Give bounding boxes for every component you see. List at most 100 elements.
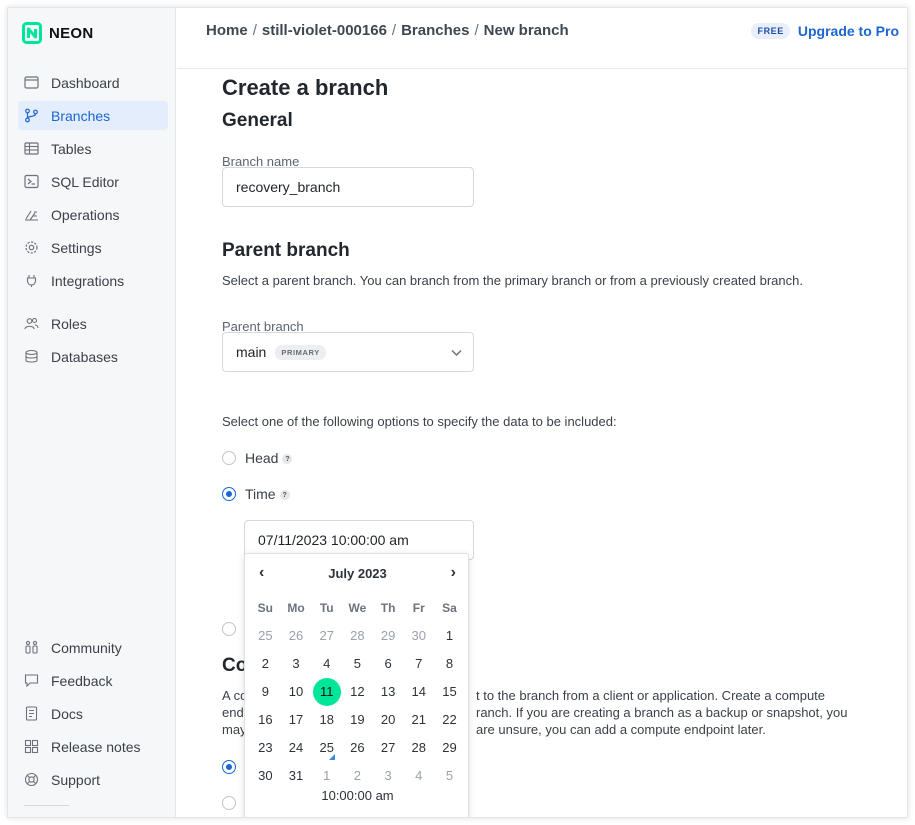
breadcrumb-branches[interactable]: Branches — [401, 22, 469, 39]
calendar-day[interactable]: 23 — [250, 734, 281, 762]
option-head[interactable]: Head ? — [222, 450, 293, 466]
calendar-day[interactable]: 21 — [403, 706, 434, 734]
time-input-value: 07/11/2023 10:00:00 am — [258, 532, 409, 548]
lsn-radio[interactable] — [222, 622, 236, 636]
sidebar-item-label: Feedback — [51, 672, 113, 689]
calendar-day[interactable]: 17 — [281, 706, 312, 734]
calendar-day[interactable]: 30 — [250, 762, 281, 790]
calendar-day-today[interactable]: 25 — [311, 734, 342, 762]
sidebar-item-label: Support — [51, 771, 101, 788]
compute-desc-line2-left: end — [222, 705, 244, 720]
sidebar-item-label: Settings — [51, 239, 102, 256]
calendar-day[interactable]: 1 — [434, 622, 465, 650]
calendar-time[interactable]: 10:00:00 am — [245, 788, 470, 803]
calendar-day[interactable]: 8 — [434, 650, 465, 678]
date-picker-popup: ‹ July 2023 › Su Mo Tu We Th Fr Sa 25 26… — [244, 553, 470, 817]
head-radio[interactable] — [222, 451, 236, 465]
weekday-label: Tu — [319, 601, 334, 615]
sidebar-item-tables[interactable]: Tables — [18, 134, 168, 163]
sidebar-item-feedback[interactable]: Feedback — [18, 666, 168, 695]
sidebar-item-label: Integrations — [51, 272, 125, 289]
brand-name: NEON — [49, 24, 94, 42]
calendar-day[interactable]: 13 — [373, 678, 404, 706]
calendar-day[interactable]: 26 — [281, 622, 312, 650]
calendar-day[interactable]: 10 — [281, 678, 312, 706]
breadcrumb-separator: / — [391, 22, 397, 39]
calendar-day[interactable]: 27 — [311, 622, 342, 650]
sidebar-item-databases[interactable]: Databases — [18, 342, 168, 371]
calendar-day[interactable]: 28 — [403, 734, 434, 762]
parent-branch-select[interactable]: main PRIMARY — [222, 332, 474, 372]
dashboard-icon — [24, 75, 39, 90]
sidebar-item-branches[interactable]: Branches — [18, 101, 168, 130]
breadcrumb-home[interactable]: Home — [206, 22, 248, 39]
table-icon — [24, 141, 39, 156]
calendar-week: 2 3 4 5 6 7 8 — [250, 650, 465, 678]
data-options-description: Select one of the following options to s… — [222, 414, 617, 429]
compute-radio-skip[interactable] — [222, 796, 236, 810]
calendar-day[interactable]: 6 — [373, 650, 404, 678]
calendar-day[interactable]: 29 — [373, 622, 404, 650]
sidebar-item-dashboard[interactable]: Dashboard — [18, 68, 168, 97]
integrations-icon — [24, 273, 39, 288]
compute-radio-create[interactable] — [222, 760, 236, 774]
help-icon[interactable]: ? — [282, 454, 293, 464]
calendar-day[interactable]: 14 — [403, 678, 434, 706]
weekday-label: Mo — [287, 601, 305, 615]
calendar-day[interactable]: 28 — [342, 622, 373, 650]
calendar-day[interactable]: 20 — [373, 706, 404, 734]
help-icon[interactable]: ? — [279, 490, 290, 500]
release-notes-icon — [24, 739, 39, 754]
calendar-day[interactable]: 5 — [342, 650, 373, 678]
calendar-header: ‹ July 2023 › — [245, 564, 470, 582]
calendar-day[interactable]: 5 — [434, 762, 465, 790]
calendar-day[interactable]: 3 — [281, 650, 312, 678]
calendar-day[interactable]: 1 — [311, 762, 342, 790]
breadcrumb-project[interactable]: still-violet-000166 — [262, 22, 387, 39]
next-month-button[interactable]: › — [451, 564, 456, 582]
sidebar-item-support[interactable]: Support — [18, 765, 168, 794]
sidebar-item-release-notes[interactable]: Release notes — [18, 732, 168, 761]
calendar-day[interactable]: 15 — [434, 678, 465, 706]
sidebar-item-settings[interactable]: Settings — [18, 233, 168, 262]
sidebar-divider — [24, 805, 69, 806]
calendar-day[interactable]: 2 — [250, 650, 281, 678]
sidebar-item-operations[interactable]: Operations — [18, 200, 168, 229]
calendar-day[interactable]: 18 — [311, 706, 342, 734]
calendar-day[interactable]: 25 — [250, 622, 281, 650]
sidebar-item-roles[interactable]: Roles — [18, 309, 168, 338]
option-time[interactable]: Time ? — [222, 486, 290, 502]
top-bar: Home / still-violet-000166 / Branches / … — [177, 8, 907, 69]
sidebar-item-community[interactable]: Community — [18, 633, 168, 662]
calendar-day-selected[interactable]: 11 — [311, 678, 342, 706]
calendar-day[interactable]: 3 — [373, 762, 404, 790]
neon-logo[interactable]: NEON — [22, 22, 94, 44]
time-radio[interactable] — [222, 487, 236, 501]
calendar-day[interactable]: 9 — [250, 678, 281, 706]
app-window: NEON Dashboard Branches Tables SQL Edito… — [7, 7, 908, 818]
calendar-day[interactable]: 2 — [342, 762, 373, 790]
calendar-day[interactable]: 4 — [403, 762, 434, 790]
calendar-day[interactable]: 30 — [403, 622, 434, 650]
calendar-day[interactable]: 19 — [342, 706, 373, 734]
calendar-day[interactable]: 12 — [342, 678, 373, 706]
feedback-icon — [24, 673, 39, 688]
calendar-day[interactable]: 4 — [311, 650, 342, 678]
calendar-day[interactable]: 7 — [403, 650, 434, 678]
upgrade-link[interactable]: Upgrade to Pro — [798, 23, 899, 39]
calendar-day[interactable]: 24 — [281, 734, 312, 762]
calendar-day[interactable]: 22 — [434, 706, 465, 734]
sidebar-item-integrations[interactable]: Integrations — [18, 266, 168, 295]
sidebar-item-docs[interactable]: Docs — [18, 699, 168, 728]
branch-name-input[interactable]: recovery_branch — [222, 167, 474, 207]
sidebar-item-sql-editor[interactable]: SQL Editor — [18, 167, 168, 196]
calendar-day[interactable]: 29 — [434, 734, 465, 762]
database-icon — [24, 349, 39, 364]
compute-desc-line2-right: ranch. If you are creating a branch as a… — [476, 705, 848, 720]
calendar-day[interactable]: 16 — [250, 706, 281, 734]
calendar-day[interactable]: 26 — [342, 734, 373, 762]
primary-badge: PRIMARY — [275, 344, 326, 360]
calendar-day[interactable]: 31 — [281, 762, 312, 790]
gear-icon — [24, 240, 39, 255]
calendar-day[interactable]: 27 — [373, 734, 404, 762]
